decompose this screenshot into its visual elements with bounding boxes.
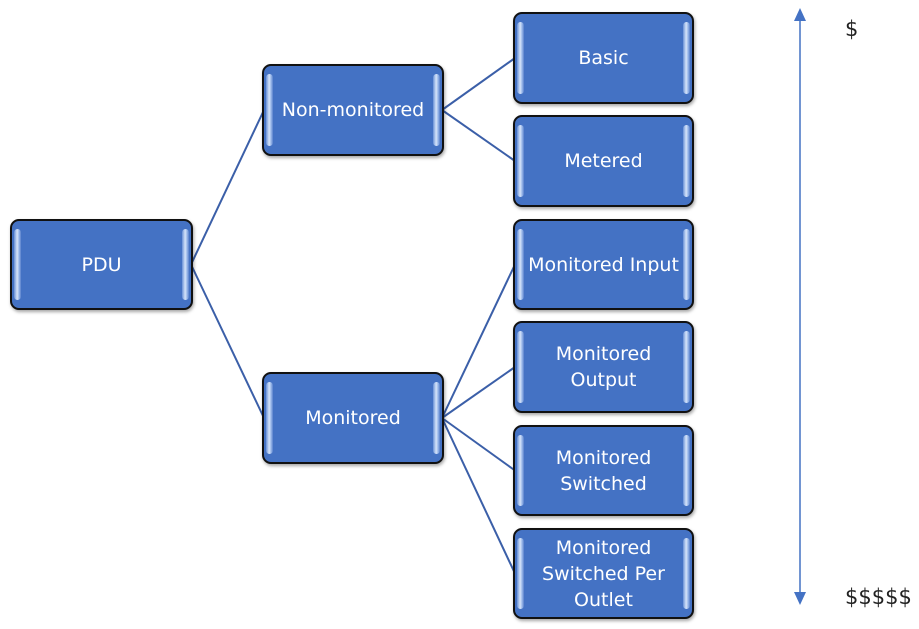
node-label: PDU [81,253,122,276]
node-label: Basic [578,47,629,69]
connector-pdu-to-monitored [190,264,265,419]
arrowhead-down-icon [794,592,806,605]
arrowhead-up-icon [794,8,806,21]
node-label: Monitored [305,407,401,429]
node-label: Monitored Input [528,253,679,276]
connector-layer [190,8,806,605]
connector-monitored-to-monitored-switched [441,417,516,472]
node-label: Monitored Switched [555,446,652,495]
connector-non-monitored-to-basic [441,57,516,111]
node-monitored-input: Monitored Input [513,219,694,310]
node-monitored: Monitored [262,372,444,464]
node-monitored-switched: Monitored Switched [513,425,694,516]
connector-pdu-to-non-monitored [190,109,265,265]
cost-low-label: $ [845,17,859,41]
connector-non-monitored-to-metered [441,109,516,162]
node-pdu: PDU [10,219,193,310]
node-basic: Basic [513,12,694,104]
node-monitored-switched-per-outlet: Monitored Switched Per Outlet [513,528,694,619]
node-metered: Metered [513,115,694,207]
cost-axis-arrow [794,8,806,605]
node-label: Metered [564,150,643,172]
connector-monitored-to-monitored-input [441,264,516,419]
node-monitored-output: Monitored Output [513,321,694,413]
cost-high-label: $$$$$ [845,585,912,609]
node-non-monitored: Non-monitored [262,64,444,156]
node-label: Non-monitored [281,99,425,121]
connector-monitored-to-monitored-switched-per-outlet [441,417,516,574]
node-label: Monitored Switched Per Outlet [542,536,665,611]
connector-monitored-to-monitored-output [441,366,516,419]
node-label: Monitored Output [555,343,652,391]
